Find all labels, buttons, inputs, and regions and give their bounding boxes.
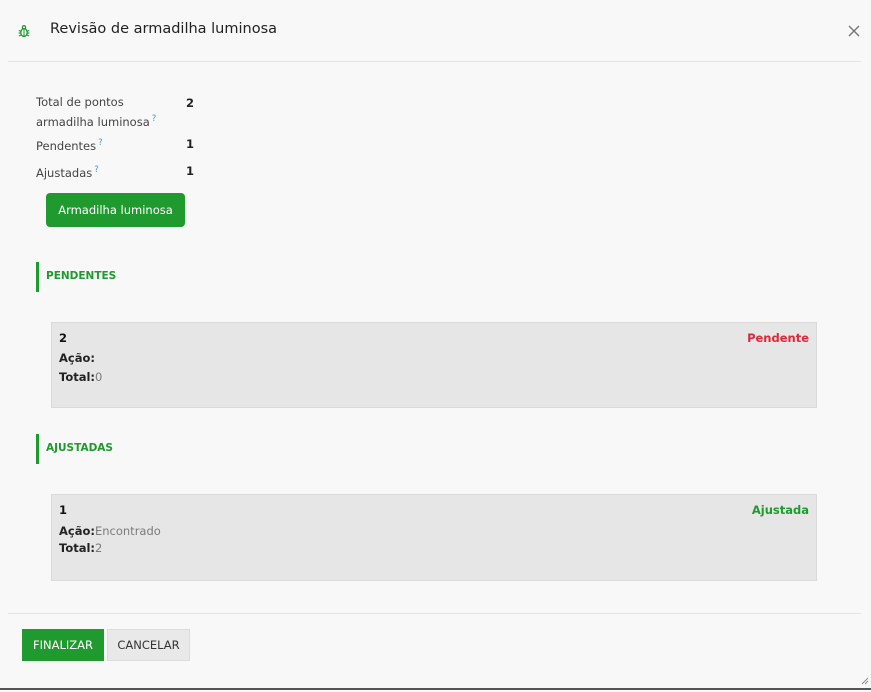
close-icon[interactable] (846, 23, 862, 39)
card-total: Total:2 (59, 541, 102, 555)
card-total: Total:0 (59, 370, 102, 384)
footer-divider (8, 613, 861, 614)
card-number: 1 (59, 503, 68, 517)
summary-label-total: Total de pontos armadilha luminosa? (36, 94, 166, 131)
total-value: 0 (95, 370, 103, 384)
status-badge: Ajustada (751, 503, 809, 517)
status-badge: Pendente (747, 331, 809, 345)
summary-value-ajustadas: 1 (186, 164, 195, 178)
summary-value-pendentes: 1 (186, 137, 195, 151)
cancelar-button[interactable]: CANCELAR (107, 629, 190, 661)
help-icon[interactable]: ? (94, 165, 99, 175)
card-ajustada[interactable]: 1 Ajustada Ação:Encontrado Total:2 (51, 494, 817, 581)
summary-label-total-text: Total de pontos armadilha luminosa (36, 95, 150, 129)
acao-value: Encontrado (94, 524, 161, 538)
summary-value-total: 2 (186, 96, 195, 110)
header-divider (8, 61, 861, 62)
card-number: 2 (59, 331, 68, 345)
revisao-modal: Revisão de armadilha luminosa Total de p… (0, 0, 871, 690)
acao-label: Ação: (59, 351, 95, 365)
help-icon[interactable]: ? (98, 138, 103, 148)
total-label: Total: (59, 370, 96, 384)
card-pendente[interactable]: 2 Pendente Ação: Total:0 (51, 322, 817, 408)
finalizar-button[interactable]: FINALIZAR (22, 629, 104, 661)
bug-icon (18, 25, 30, 38)
total-value: 2 (95, 541, 103, 555)
card-acao: Ação:Encontrado (59, 524, 161, 538)
summary-label-ajustadas-text: Ajustadas (36, 165, 93, 180)
section-title-ajustadas: AJUSTADAS (36, 434, 236, 464)
summary-label-pendentes: Pendentes? (36, 135, 166, 155)
card-acao: Ação: (59, 351, 95, 365)
resize-handle-icon[interactable] (861, 677, 869, 685)
summary-label-ajustadas: Ajustadas? (36, 162, 166, 182)
modal-header: Revisão de armadilha luminosa (0, 0, 871, 62)
armadilha-luminosa-button[interactable]: Armadilha luminosa (46, 193, 185, 227)
acao-label: Ação: (59, 524, 95, 538)
summary-label-pendentes-text: Pendentes (36, 138, 97, 153)
modal-title: Revisão de armadilha luminosa (50, 21, 278, 37)
help-icon[interactable]: ? (152, 114, 157, 124)
section-title-pendentes: PENDENTES (36, 262, 236, 292)
total-label: Total: (59, 541, 96, 555)
